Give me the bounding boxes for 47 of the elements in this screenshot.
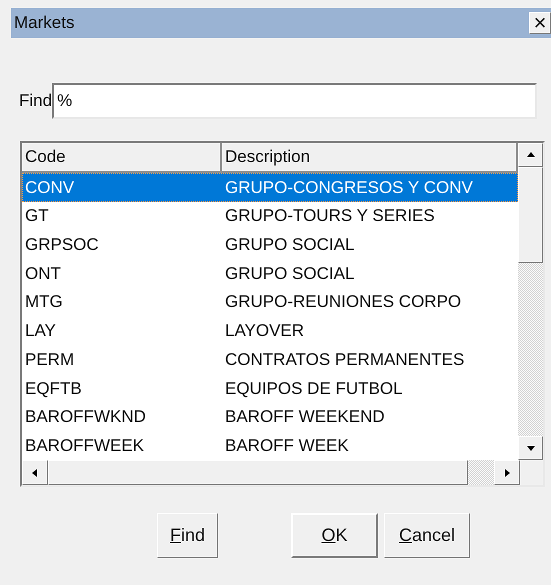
vertical-scrollbar[interactable] [518,143,543,460]
description-cell-text: BAROFF WEEKEND [224,406,386,428]
description-cell-text: LAYOVER [224,320,306,342]
table-row[interactable]: BAROFFWEEK BAROFF WEEK [22,431,518,460]
table-row[interactable]: MTG GRUPO-REUNIONES CORPO [22,288,518,317]
table-row[interactable]: GRPSOC GRUPO SOCIAL [22,230,518,260]
scroll-thumb[interactable] [48,460,468,485]
table-row[interactable]: EQFTB EQUIPOS DE FUTBOL [22,374,518,403]
code-cell-text: GRPSOC [24,234,100,256]
table-row[interactable]: BAROFFWKND BAROFF WEEKEND [22,402,518,432]
scroll-thumb[interactable] [518,167,543,263]
description-cell-text: GRUPO SOCIAL [224,234,356,256]
find-button[interactable]: Find [157,513,218,558]
ok-button[interactable]: OK [291,513,378,558]
window-title: Markets [13,12,74,34]
code-cell-text: MTG [24,291,64,314]
table-row[interactable]: PERM CONTRATOS PERMANENTES [22,345,518,374]
scroll-down-icon[interactable] [526,443,536,453]
description-cell-text: CONTRATOS PERMANENTES [224,348,466,371]
code-cell-text: ONT [24,262,62,285]
code-cell-text: GT [24,205,50,228]
description-cell-text: EQUIPOS DE FUTBOL [224,378,404,400]
cancel-button[interactable]: Cancel [384,513,470,558]
table-row[interactable]: ONT GRUPO SOCIAL [22,259,518,288]
code-cell-text: BAROFFWKND [24,406,147,428]
description-cell-text: GRUPO SOCIAL [224,262,356,285]
column-header[interactable]: Description [222,143,518,174]
find-field[interactable]: % [52,83,538,119]
code-cell-text: PERM [24,348,76,371]
scroll-up-icon[interactable] [526,150,536,160]
code-cell-text: LAY [24,320,57,342]
code-cell-text: BAROFFWEEK [24,434,146,457]
scroll-left-icon[interactable] [30,468,40,478]
code-cell-text: EQFTB [24,378,83,400]
close-button[interactable]: × [529,12,551,34]
table-row[interactable]: CONV GRUPO-CONGRESOS Y CONV [22,173,518,202]
column-header[interactable]: Code [22,143,222,174]
description-cell-text: GRUPO-REUNIONES CORPO [224,291,462,314]
code-cell-text: CONV [24,176,76,199]
horizontal-scrollbar[interactable] [22,460,520,485]
description-cell-text: GRUPO-TOURS Y SERIES [224,205,436,228]
table-row[interactable]: GT GRUPO-TOURS Y SERIES [22,202,518,230]
description-cell-text: BAROFF WEEK [224,434,350,457]
scroll-right-icon[interactable] [502,468,512,478]
find-label: Find [19,90,52,112]
description-cell-text: GRUPO-CONGRESOS Y CONV [224,176,474,199]
table-row[interactable]: LAY LAYOVER [22,316,518,346]
